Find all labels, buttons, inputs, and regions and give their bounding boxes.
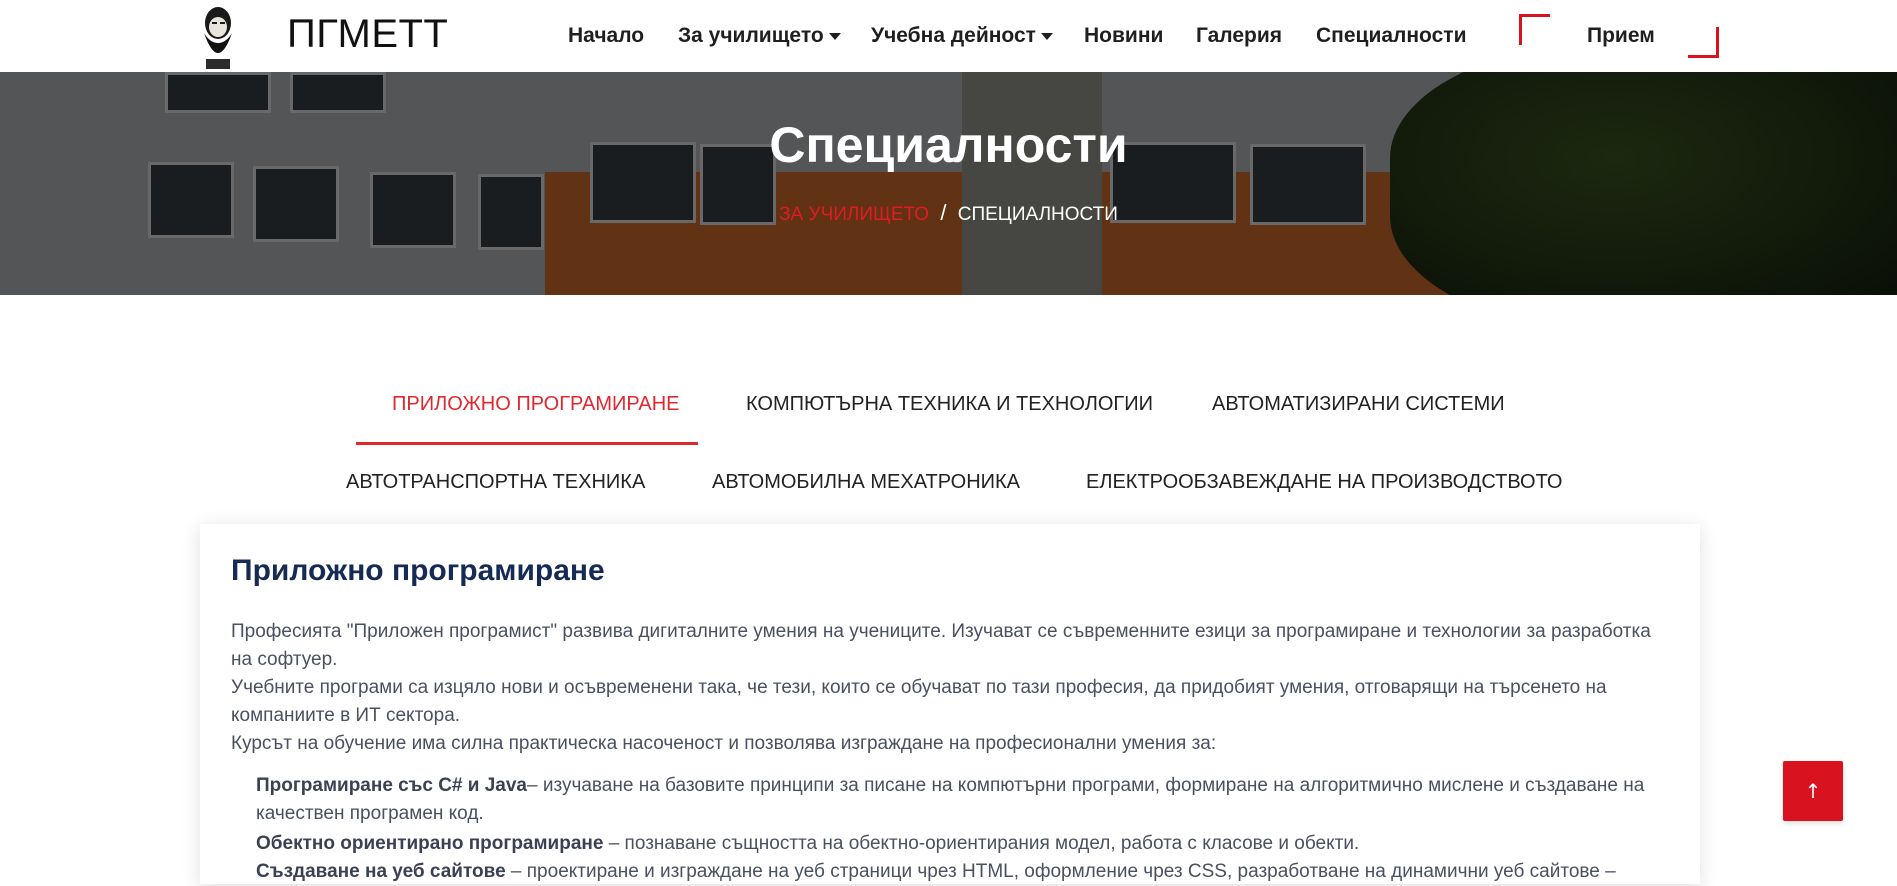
nav-label: За училището (678, 24, 824, 47)
nav-label: Начало (568, 24, 645, 47)
list-item: Програмиране със C# и Java– изучаване на… (256, 772, 1676, 828)
site-logo-text[interactable]: ПГМЕТТ (287, 12, 448, 57)
breadcrumb-current: СПЕЦИАЛНОСТИ (957, 204, 1118, 225)
specialty-paragraph: Професията "Приложен програмист" развива… (231, 621, 1651, 670)
list-item-term: Програмиране със C# и Java (256, 775, 527, 796)
site-header: ПГМЕТТ Начало За училището Учебна дейнос… (0, 0, 1897, 72)
nav-item-home[interactable]: Начало (568, 24, 644, 48)
nav-item-gallery[interactable]: Галерия (1196, 24, 1282, 48)
list-item-term: Създаване на уеб сайтове (256, 861, 506, 882)
hero-overlay (0, 72, 1897, 295)
list-item-text: – познаване същността на обектно-ориенти… (603, 833, 1360, 854)
nav-item-about[interactable]: За училището (678, 24, 841, 48)
nav-label: Новини (1084, 24, 1164, 47)
breadcrumb-link[interactable]: ЗА УЧИЛИЩЕТО (779, 204, 929, 225)
caret-down-icon (828, 32, 841, 40)
nav-item-education[interactable]: Учебна дейност (871, 24, 1053, 48)
breadcrumb: ЗА УЧИЛИЩЕТО / СПЕЦИАЛНОСТИ (0, 200, 1897, 226)
tab-automated-systems[interactable]: АВТОМАТИЗИРАНИ СИСТЕМИ (1212, 393, 1505, 416)
page-hero: Специалности ЗА УЧИЛИЩЕТО / СПЕЦИАЛНОСТИ (0, 72, 1897, 295)
corner-bracket-icon (1519, 14, 1550, 45)
logo-portrait-icon[interactable] (196, 3, 240, 69)
nav-item-news[interactable]: Новини (1084, 24, 1163, 48)
arrow-up-icon: ↑ (1804, 779, 1822, 803)
nav-item-specialties[interactable]: Специалности (1316, 24, 1466, 48)
specialty-paragraph: Курсът на обучение има силна практическа… (231, 733, 1217, 754)
list-item-text: – проектиране и изграждане на уеб страни… (505, 861, 1616, 882)
nav-label: Учебна дейност (871, 24, 1036, 47)
tab-computer-technology[interactable]: КОМПЮТЪРНА ТЕХНИКА И ТЕХНОЛОГИИ (746, 393, 1153, 416)
tab-applied-programming[interactable]: ПРИЛОЖНО ПРОГРАМИРАНЕ (392, 393, 680, 416)
specialty-content-card: Приложно програмиране Професията "Прилож… (200, 524, 1700, 884)
active-tab-indicator (356, 442, 698, 445)
list-item: Обектно ориентирано програмиране – позна… (256, 830, 1676, 858)
list-item-term: Обектно ориентирано програмиране (256, 833, 604, 854)
breadcrumb-separator: / (940, 200, 947, 225)
tab-auto-transport[interactable]: АВТОТРАНСПОРТНА ТЕХНИКА (346, 471, 645, 494)
nav-label: Специалности (1316, 24, 1467, 47)
nav-label: Галерия (1196, 24, 1283, 47)
specialty-title: Приложно програмиране (231, 554, 605, 587)
tab-electrical-equipment[interactable]: ЕЛЕКТРООБЗАВЕЖДАНЕ НА ПРОИЗВОДСТВОТО (1086, 471, 1562, 494)
corner-bracket-icon (1688, 27, 1719, 58)
page-title: Специалности (769, 117, 1128, 173)
caret-down-icon (1040, 32, 1053, 40)
list-item: Създаване на уеб сайтове – проектиране и… (256, 858, 1676, 886)
specialty-paragraph: Учебните програми са изцяло нови и осъвр… (231, 677, 1607, 726)
admission-label: Прием (1587, 24, 1655, 47)
tab-auto-mechatronics[interactable]: АВТОМОБИЛНА МЕХАТРОНИКА (712, 471, 1020, 494)
admission-button[interactable]: Прием (1519, 14, 1719, 58)
scroll-to-top-button[interactable]: ↑ (1783, 761, 1843, 821)
